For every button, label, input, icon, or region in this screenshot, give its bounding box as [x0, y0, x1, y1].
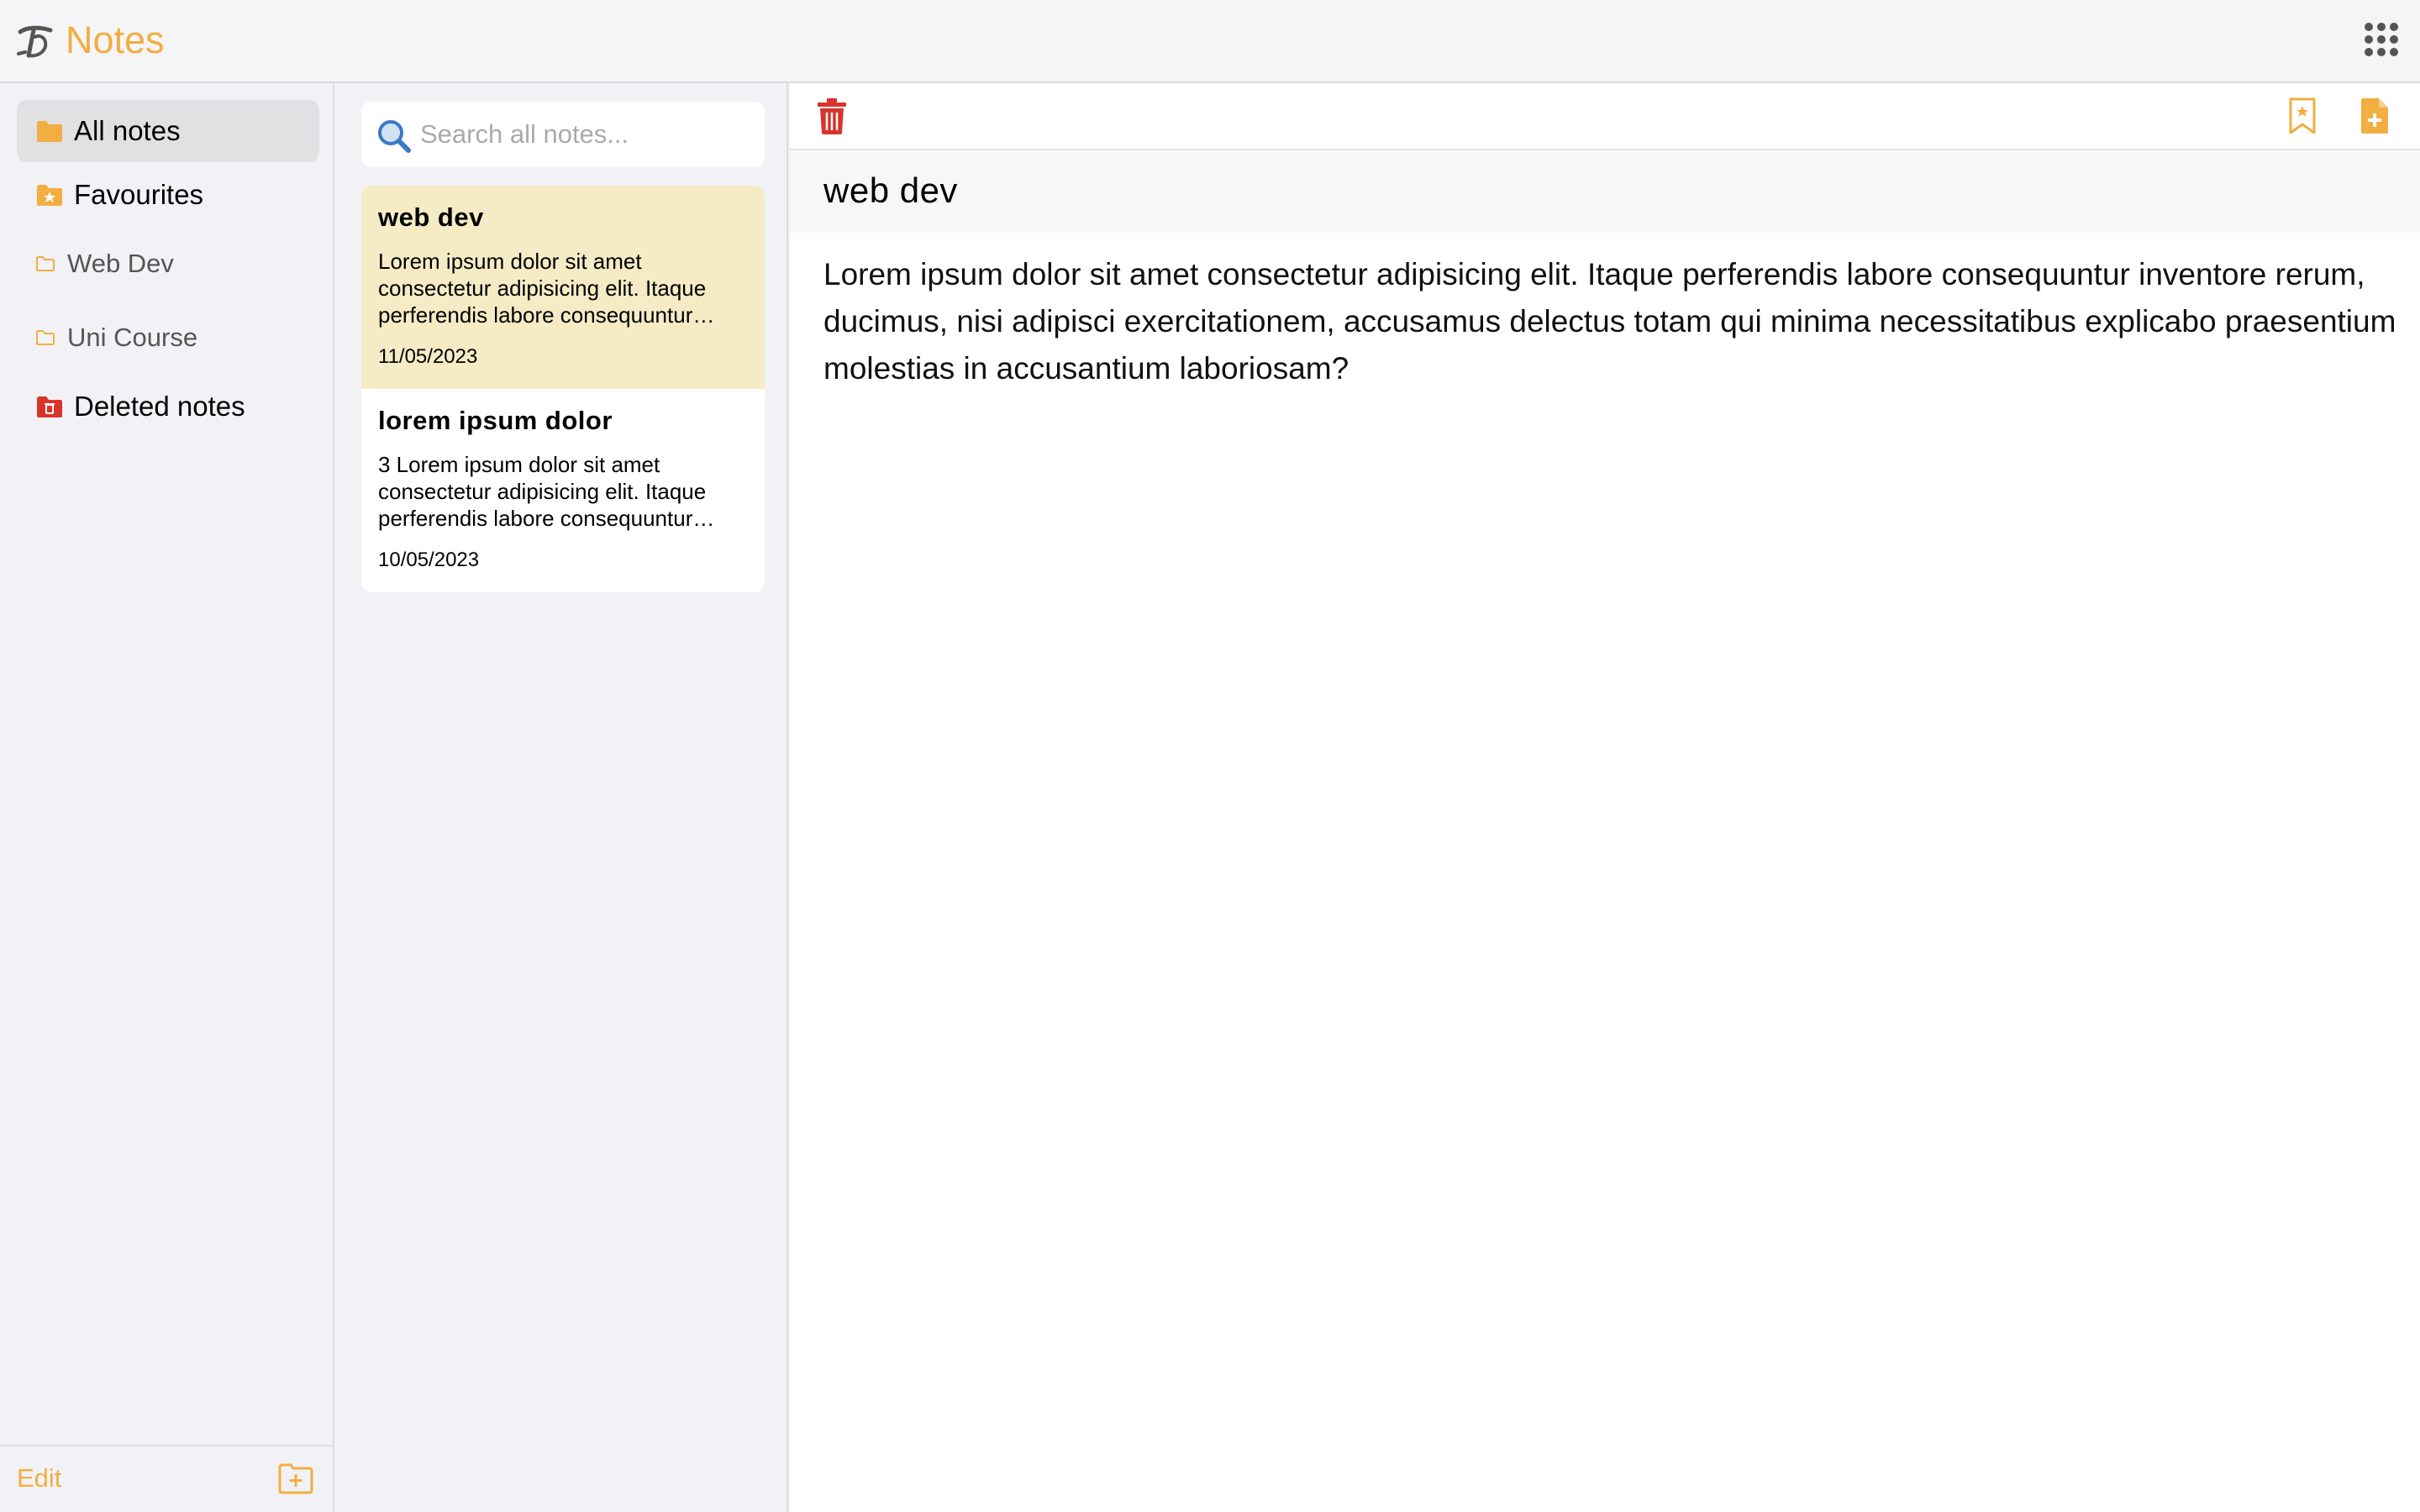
search-icon — [378, 120, 411, 153]
app-logo-icon — [17, 25, 53, 58]
apps-grid-icon[interactable] — [2365, 23, 2398, 56]
note-card-preview: Lorem ipsum dolor sit amet consectetur a… — [378, 249, 707, 328]
bookmark-star-icon[interactable] — [2287, 97, 2317, 135]
note-card-title: web dev — [378, 202, 484, 232]
note-card-date: 11/05/2023 — [378, 345, 478, 368]
editor-title-bar: web dev — [790, 152, 2420, 233]
sidebar-item-deleted-notes[interactable]: Deleted notes — [17, 375, 319, 438]
sidebar-footer: Edit — [0, 1445, 333, 1512]
sidebar-item-web-dev[interactable]: Web Dev — [17, 233, 319, 295]
sidebar-item-uni-course[interactable]: Uni Course — [17, 307, 319, 369]
sidebar-item-label: Web Dev — [67, 249, 174, 278]
folder-star-icon — [37, 185, 62, 206]
note-card-date: 10/05/2023 — [378, 549, 480, 571]
note-card-web-dev[interactable]: web dev Lorem ipsum dolor sit amet conse… — [361, 186, 765, 389]
editor-toolbar — [790, 83, 2420, 150]
edit-button[interactable]: Edit — [17, 1463, 61, 1494]
note-editor: web dev Lorem ipsum dolor sit amet conse… — [790, 83, 2420, 1512]
sidebar-item-label: Favourites — [74, 179, 204, 210]
sidebar-item-label: Deleted notes — [74, 391, 245, 422]
sidebar: All notes Favourites Web Dev Uni Course … — [0, 83, 334, 1512]
trash-icon[interactable] — [815, 97, 849, 135]
folder-outline-icon — [36, 330, 55, 345]
notes-list: web dev Lorem ipsum dolor sit amet conse… — [361, 186, 765, 592]
sidebar-item-label: All notes — [74, 115, 181, 146]
top-bar: Notes — [0, 0, 2420, 83]
folder-trash-icon — [37, 396, 62, 417]
file-plus-icon[interactable] — [2358, 97, 2391, 135]
folder-plus-icon[interactable] — [277, 1462, 314, 1495]
note-title[interactable]: web dev — [823, 171, 958, 211]
sidebar-item-all-notes[interactable]: All notes — [17, 100, 319, 162]
folder-outline-icon — [36, 256, 55, 271]
note-body[interactable]: Lorem ipsum dolor sit amet consectetur a… — [823, 251, 2403, 392]
app-title: Notes — [66, 18, 165, 61]
note-card-preview: 3 Lorem ipsum dolor sit amet consectetur… — [378, 452, 707, 531]
sidebar-item-label: Uni Course — [67, 323, 198, 352]
folder-icon — [37, 121, 62, 142]
search-input[interactable] — [420, 112, 756, 157]
note-card-lorem-ipsum-dolor[interactable]: lorem ipsum dolor 3 Lorem ipsum dolor si… — [361, 389, 765, 592]
note-card-title: lorem ipsum dolor — [378, 406, 613, 435]
sidebar-item-favourites[interactable]: Favourites — [17, 164, 319, 226]
search-box — [361, 102, 765, 167]
note-list-panel: web dev Lorem ipsum dolor sit amet conse… — [336, 83, 788, 1512]
